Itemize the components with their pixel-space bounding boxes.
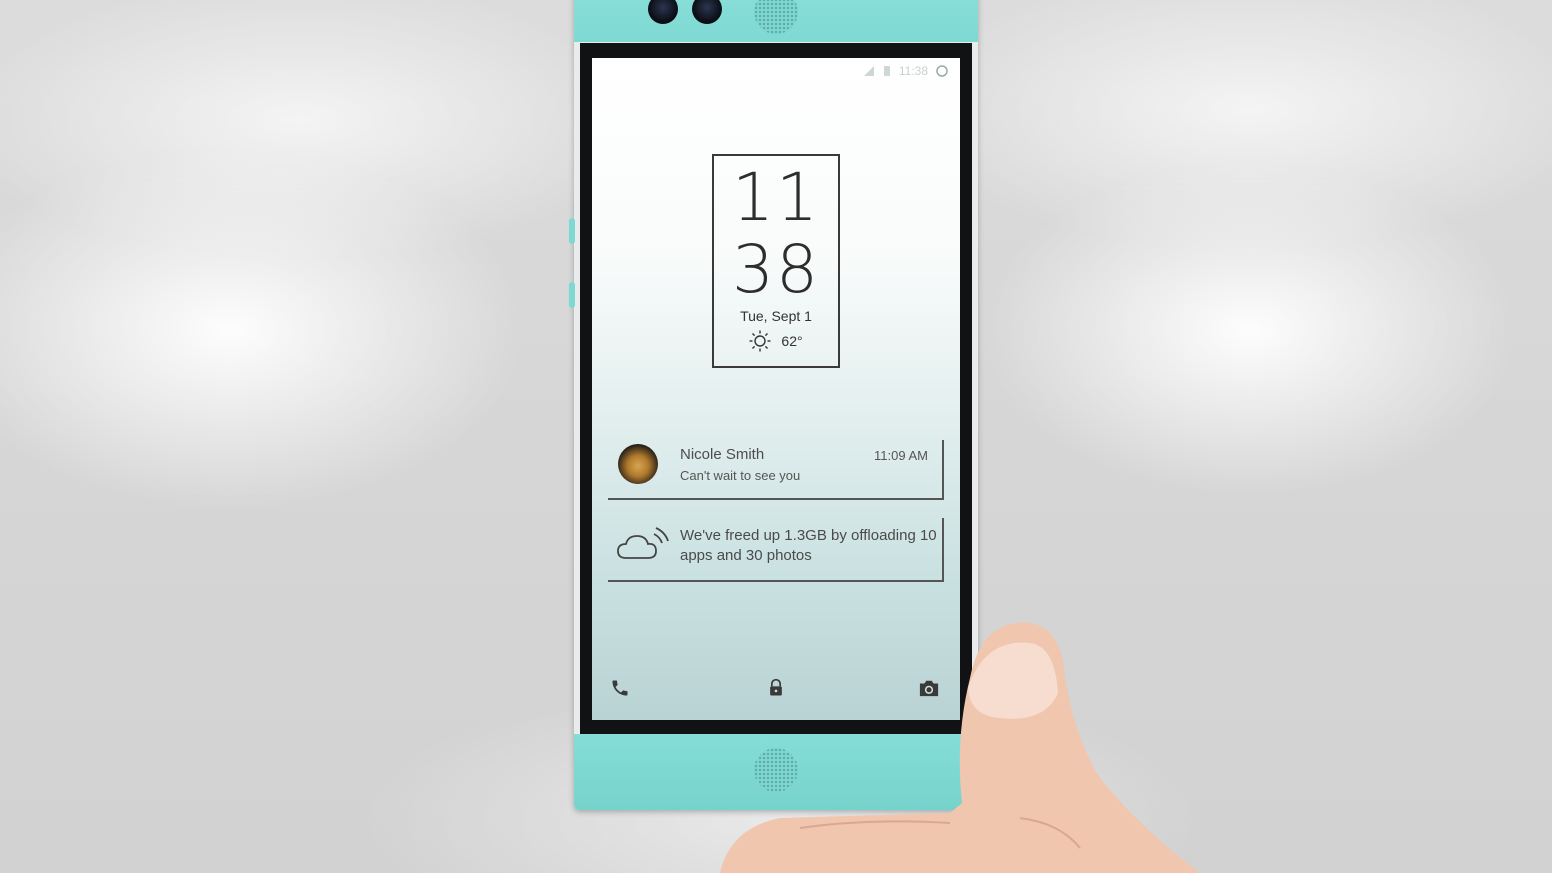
battery-icon — [883, 66, 890, 76]
notification-storage-text: We've freed up 1.3GB by offloading 10 ap… — [680, 527, 937, 564]
notification-time: 11:09 AM — [874, 448, 928, 463]
volume-down-button — [569, 282, 575, 308]
sensor-icon — [692, 0, 722, 24]
avatar — [618, 444, 658, 484]
cloud-sync-icon — [617, 527, 669, 559]
notification-message[interactable]: Nicole Smith Can't wait to see you 11:09… — [608, 440, 944, 500]
temperature-label: 62° — [781, 333, 803, 349]
top-speaker-grille — [754, 0, 798, 34]
clock-hour: 11 — [732, 159, 820, 236]
signal-icon — [863, 66, 874, 76]
clock-minute: 38 — [732, 231, 820, 308]
date-label: Tue, Sept 1 — [740, 308, 812, 324]
phone-icon[interactable] — [610, 678, 630, 698]
status-time: 11:38 — [898, 64, 928, 78]
weather-row: 62° — [714, 330, 838, 352]
notification-message-text: Can't wait to see you — [680, 468, 801, 483]
volume-up-button — [569, 218, 575, 244]
phone-top-bar — [574, 0, 978, 42]
hand-illustration — [720, 622, 1200, 873]
front-camera-icon — [648, 0, 678, 24]
notification-icon — [936, 65, 948, 77]
notification-sender: Nicole Smith — [680, 446, 765, 463]
clock-widget[interactable]: 11 38 Tue, Sept 1 62° — [712, 154, 840, 368]
notification-storage[interactable]: We've freed up 1.3GB by offloading 10 ap… — [608, 518, 944, 582]
sun-icon — [749, 330, 771, 352]
status-bar: 11:38 — [863, 64, 948, 78]
